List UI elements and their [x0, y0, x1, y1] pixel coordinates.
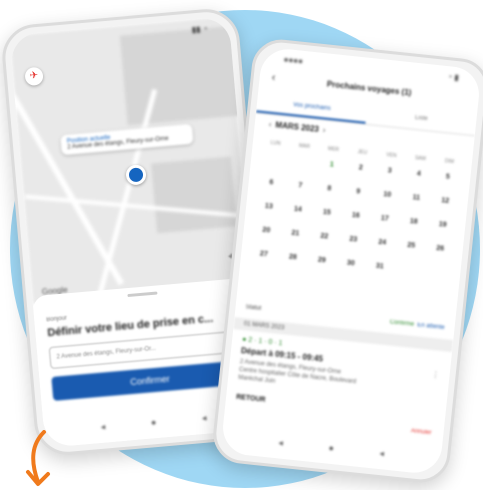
- return-label: RETOUR: [235, 393, 266, 404]
- calendar-day[interactable]: 25: [395, 238, 426, 263]
- calendar-day[interactable]: 14: [282, 202, 313, 227]
- calendar-day[interactable]: 30: [335, 255, 366, 280]
- down-arrow-icon: [26, 430, 50, 486]
- weekday: SAM: [414, 155, 427, 163]
- calendar-day[interactable]: 3: [374, 163, 405, 188]
- calendar-day[interactable]: 2: [345, 160, 376, 185]
- calendar-day: [419, 289, 450, 314]
- address-value: 2 Avenue des étangs, Fleury-sur-Or...: [56, 345, 157, 361]
- cancel-link[interactable]: Annuler: [411, 428, 432, 436]
- weekday: JEU: [357, 149, 368, 157]
- map-road: [9, 48, 125, 286]
- calendar-day[interactable]: 21: [279, 226, 310, 251]
- calendar-day[interactable]: 9: [342, 184, 373, 209]
- calendar-day: [422, 265, 453, 290]
- calendar-day[interactable]: 24: [366, 235, 397, 260]
- map-block: [151, 156, 237, 234]
- calendar-day: [332, 279, 363, 304]
- calendar-day[interactable]: 17: [369, 211, 400, 236]
- calendar-day[interactable]: 26: [424, 241, 455, 266]
- calendar-day[interactable]: 31: [364, 259, 395, 284]
- calendar-day[interactable]: 11: [400, 190, 431, 215]
- calendar-day[interactable]: 19: [427, 217, 458, 242]
- status-icons: ▮▮ ◔: [191, 24, 208, 35]
- status-signal: ●●●●: [283, 54, 304, 66]
- nav-recent-icon[interactable]: ◂: [202, 413, 207, 424]
- weekday: MER: [327, 145, 340, 154]
- weekday: LUN: [270, 139, 281, 147]
- nav-home-icon[interactable]: ●: [328, 443, 334, 455]
- calendar-day[interactable]: 27: [248, 246, 279, 271]
- calendar-day[interactable]: 15: [311, 205, 342, 230]
- weekday: MAR: [298, 142, 311, 151]
- calendar-day[interactable]: 29: [306, 252, 337, 277]
- month-label: MARS 2023: [275, 120, 320, 134]
- calendar-day[interactable]: 22: [308, 229, 339, 254]
- sheet-handle[interactable]: [127, 291, 158, 298]
- calendar-day[interactable]: 10: [371, 187, 402, 212]
- legend-pending: En attente: [416, 322, 445, 332]
- calendar-day: [393, 262, 424, 287]
- weekday: VEN: [385, 152, 397, 160]
- status-icons: ◔ ▮: [446, 72, 460, 83]
- calendar-day[interactable]: 18: [398, 214, 429, 239]
- calendar-day: [245, 270, 276, 295]
- calendar-day[interactable]: 6: [255, 175, 286, 200]
- calendar-day: [303, 276, 334, 301]
- calendar-day[interactable]: 4: [403, 166, 434, 191]
- sheet-kicker: Bonjour: [46, 315, 68, 324]
- nav-back-icon[interactable]: ◂: [278, 437, 284, 448]
- calendar-day[interactable]: 8: [313, 181, 344, 206]
- calendar-day[interactable]: 5: [432, 169, 463, 194]
- nav-home-icon[interactable]: ●: [150, 417, 156, 428]
- status-time: [32, 39, 33, 53]
- next-month-icon[interactable]: ›: [322, 125, 326, 134]
- prev-month-icon[interactable]: ‹: [268, 120, 272, 129]
- calendar-day[interactable]: 1: [316, 157, 347, 182]
- map-view[interactable]: [9, 16, 255, 305]
- calendar-day: [258, 151, 289, 176]
- calendar-day[interactable]: 7: [284, 178, 315, 203]
- phone-trips-screen: ●●●● ◔ ▮ ‹ Prochains voyages (1) Vos proc…: [210, 36, 483, 486]
- calendar-day: [390, 285, 421, 310]
- legend-confirmed: Confirmé: [389, 319, 415, 328]
- calendar-day[interactable]: 13: [253, 199, 284, 224]
- nav-back-icon[interactable]: ◂: [100, 422, 105, 433]
- calendar-day[interactable]: 28: [277, 249, 308, 274]
- legend-title: Statut: [245, 304, 262, 312]
- weekday: DIM: [444, 158, 455, 166]
- system-nav-bar: ◂ ● ◂: [221, 431, 441, 465]
- nav-recent-icon[interactable]: ◂: [379, 448, 385, 459]
- calendar-day: [361, 282, 392, 307]
- more-options-icon[interactable]: ⋮: [431, 370, 440, 380]
- calendar-day[interactable]: 20: [250, 222, 281, 247]
- calendar-day[interactable]: 16: [340, 208, 371, 233]
- calendar-day[interactable]: 12: [429, 193, 460, 218]
- calendar-day[interactable]: 23: [337, 232, 368, 257]
- trips-screen: ●●●● ◔ ▮ ‹ Prochains voyages (1) Vos proc…: [220, 46, 482, 476]
- calendar-day: [274, 273, 305, 298]
- calendar-day: [287, 154, 318, 179]
